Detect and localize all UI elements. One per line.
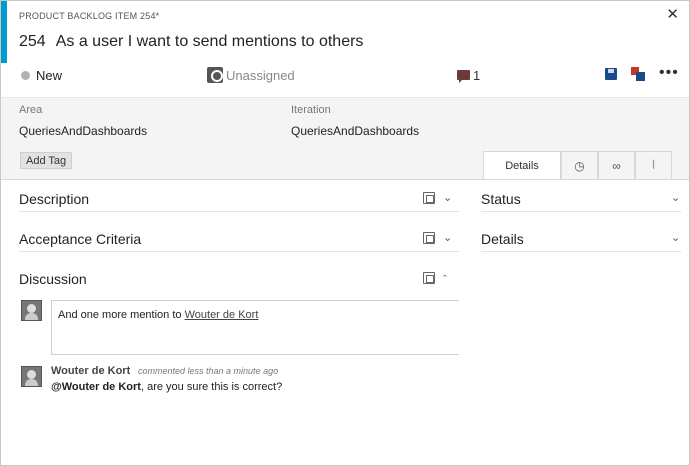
chevron-down-icon[interactable]: ⌄ <box>671 191 680 204</box>
work-item-title[interactable]: As a user I want to send mentions to oth… <box>56 33 364 50</box>
work-item-id: 254 <box>19 33 46 50</box>
work-item-type-label: PRODUCT BACKLOG ITEM 254* <box>19 11 160 21</box>
discussion-title: Discussion <box>19 271 87 287</box>
iteration-label: Iteration <box>291 104 331 116</box>
save-and-close-icon[interactable] <box>631 67 645 81</box>
avatar <box>21 366 42 387</box>
chevron-down-icon[interactable]: ⌄ <box>443 191 452 204</box>
discussion-draft: And one more mention to Wouter de Kort <box>58 309 258 321</box>
state-dot-icon <box>21 71 30 80</box>
discussion-section[interactable]: Discussion ˆ <box>19 268 459 292</box>
status-bar: New Unassigned 1 ••• <box>1 63 689 93</box>
comment-count[interactable]: 1 <box>473 68 480 83</box>
comment-body-text: , are you sure this is correct? <box>140 381 283 393</box>
chevron-down-icon[interactable]: ⌄ <box>443 231 452 244</box>
description-section[interactable]: Description ⌄ <box>19 188 459 212</box>
work-item-type-color-bar <box>1 1 7 63</box>
maximize-icon[interactable] <box>423 232 435 244</box>
add-tag-button[interactable]: Add Tag <box>20 152 73 169</box>
acceptance-criteria-title: Acceptance Criteria <box>19 231 142 247</box>
maximize-icon[interactable] <box>423 272 435 284</box>
chevron-up-icon[interactable]: ˆ <box>443 274 447 286</box>
links-icon[interactable]: ∞ <box>598 151 635 179</box>
area-field[interactable]: QueriesAndDashboards <box>19 124 147 138</box>
details-section[interactable]: Details ⌄ <box>481 228 681 252</box>
title-row: 254 As a user I want to send mentions to … <box>19 33 363 51</box>
comment-mention[interactable]: @Wouter de Kort <box>51 381 141 393</box>
work-item-header: PRODUCT BACKLOG ITEM 254* ✕ 254 As a user… <box>1 1 689 97</box>
acceptance-criteria-section[interactable]: Acceptance Criteria ⌄ <box>19 228 459 252</box>
comment-icon[interactable] <box>457 70 470 83</box>
comment-timestamp: commented less than a minute ago <box>138 366 279 376</box>
user-icon <box>207 67 223 83</box>
attachments-icon[interactable]: ⦚ <box>635 151 672 179</box>
state-dropdown[interactable]: New <box>36 68 62 83</box>
description-title: Description <box>19 191 90 207</box>
details-title: Details <box>481 231 524 247</box>
tab-details[interactable]: Details <box>483 151 561 179</box>
discussion-input[interactable]: And one more mention to Wouter de Kort <box>51 300 459 355</box>
form-content: Description ⌄ Status ⌄ Acceptance Criter… <box>1 179 689 465</box>
maximize-icon[interactable] <box>423 192 435 204</box>
history-icon[interactable]: ◷ <box>561 151 598 179</box>
mention-link[interactable]: Wouter de Kort <box>185 309 259 321</box>
iteration-field[interactable]: QueriesAndDashboards <box>291 124 419 138</box>
status-section[interactable]: Status ⌄ <box>481 188 681 212</box>
draft-text: And one more mention to <box>58 309 182 321</box>
assigned-to-field[interactable]: Unassigned <box>226 68 295 83</box>
status-title: Status <box>481 191 521 207</box>
comment-text: @Wouter de Kort, are you sure this is co… <box>51 381 282 393</box>
more-icon[interactable]: ••• <box>659 64 679 82</box>
chevron-down-icon[interactable]: ⌄ <box>671 231 680 244</box>
work-item-form: PRODUCT BACKLOG ITEM 254* ✕ 254 As a user… <box>0 0 690 466</box>
avatar <box>21 300 42 321</box>
comment-author[interactable]: Wouter de Kort <box>51 365 130 377</box>
form-tabs: Details ◷ ∞ ⦚ <box>483 151 672 179</box>
save-icon[interactable] <box>605 68 617 80</box>
close-icon[interactable]: ✕ <box>666 6 679 24</box>
area-label: Area <box>19 104 43 116</box>
